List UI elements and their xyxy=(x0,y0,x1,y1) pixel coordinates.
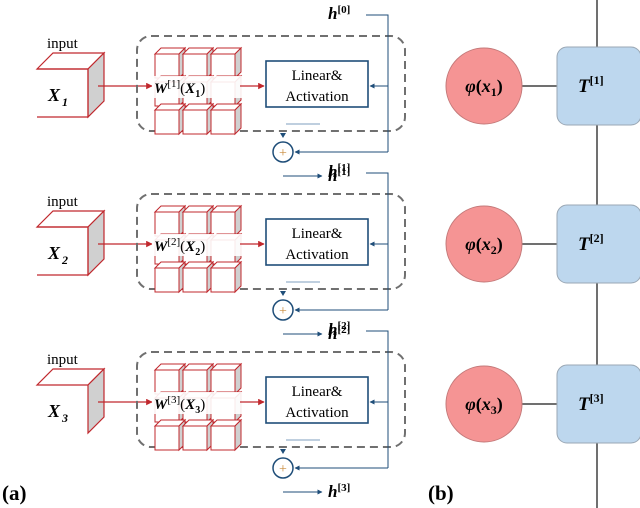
linear-label: Linear& xyxy=(292,384,343,400)
block-2: inputX 2W[2](X2)Linear&Activationh[1]+h[2… xyxy=(35,162,406,343)
block-1: inputX 1W[1](X1)Linear&Activationh[0]+h[1… xyxy=(35,4,406,185)
input-variable: X2 xyxy=(47,243,68,267)
input-label: input xyxy=(47,36,79,52)
block-3: inputX 3W[3](X3)Linear&Activationh[2]+h[3… xyxy=(35,320,406,501)
hidden-state-out: h[3] xyxy=(328,482,350,501)
feature-map-label: φ(x3) xyxy=(465,394,503,417)
plus-icon: + xyxy=(279,304,287,319)
plus-icon: + xyxy=(279,146,287,161)
activation-label: Activation xyxy=(285,247,349,263)
panel-b: φ(x1) T[1] φ(x2) T[2] φ(x3) T[3] xyxy=(445,0,640,508)
panel-a-label: (a) xyxy=(2,481,27,505)
activation-label: Activation xyxy=(285,405,349,421)
hidden-state-in: h[0] xyxy=(328,4,350,23)
plus-icon: + xyxy=(279,462,287,477)
input-variable: X1 xyxy=(47,85,68,109)
mps-node-2: φ(x2) T[2] xyxy=(445,204,640,284)
input-label: input xyxy=(47,194,79,210)
hidden-state-in: h[1] xyxy=(328,162,350,181)
input-label: input xyxy=(47,352,79,368)
diagram-canvas: inputX 1W[1](X1)Linear&Activationh[0]+h[1… xyxy=(2,0,640,508)
linear-label: Linear& xyxy=(292,68,343,84)
panel-a: inputX 1W[1](X1)Linear&Activationh[0]+h[1… xyxy=(35,4,406,501)
sum-input-arrow xyxy=(280,291,286,296)
feature-map-label: φ(x2) xyxy=(465,234,503,257)
mps-node-1: φ(x1) T[1] xyxy=(445,46,640,126)
feature-map-label: φ(x1) xyxy=(465,76,503,99)
linear-label: Linear& xyxy=(292,226,343,242)
panel-b-label: (b) xyxy=(428,481,454,505)
sum-input-arrow xyxy=(280,449,286,454)
mps-node-3: φ(x3) T[3] xyxy=(445,364,640,444)
hidden-state-in: h[2] xyxy=(328,320,350,339)
sum-input-arrow xyxy=(280,133,286,138)
input-variable: X3 xyxy=(47,401,68,425)
activation-label: Activation xyxy=(285,89,349,105)
